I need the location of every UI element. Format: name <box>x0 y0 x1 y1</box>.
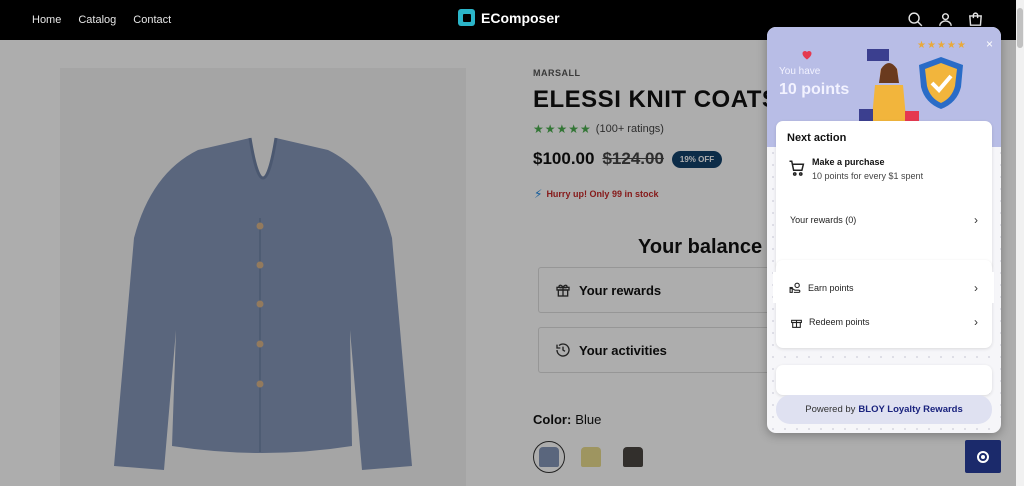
account-icon[interactable] <box>937 11 954 28</box>
redeem-points-label: Redeem points <box>809 317 870 327</box>
close-icon[interactable]: × <box>986 37 993 51</box>
powered-by-brand: BLOY Loyalty Rewards <box>858 404 963 415</box>
extra-card <box>776 365 992 395</box>
gift-icon <box>791 319 802 328</box>
you-have-label: You have <box>779 66 821 77</box>
heart-icon <box>802 51 812 60</box>
loyalty-launcher-button[interactable] <box>965 440 1001 473</box>
powered-by-prefix: Powered by <box>805 404 856 415</box>
logo-mark-icon <box>458 9 475 26</box>
redeem-points-row[interactable]: Redeem points › <box>776 303 992 341</box>
earn-redeem-card: Earn points › Redeem points › <box>775 260 992 348</box>
coins-hand-icon <box>789 282 801 293</box>
launcher-icon <box>977 450 989 463</box>
site-logo[interactable]: EComposer <box>458 9 560 26</box>
nav-catalog[interactable]: Catalog <box>78 14 116 26</box>
next-action-title: Next action <box>787 132 847 144</box>
chevron-right-icon: › <box>974 213 978 227</box>
powered-by-footer[interactable]: Powered by BLOY Loyalty Rewards <box>776 395 992 424</box>
loyalty-widget: ★★★★★ × You have 10 points Next action M… <box>767 27 1001 433</box>
cart-icon[interactable] <box>967 11 984 28</box>
nav-home[interactable]: Home <box>32 14 61 26</box>
chevron-right-icon: › <box>974 315 978 329</box>
earn-points-row[interactable]: Earn points › <box>775 274 992 301</box>
your-rewards-count: Your rewards (0) <box>790 215 857 225</box>
header-icons <box>907 11 984 28</box>
hero-stars: ★★★★★ <box>917 40 967 51</box>
earn-points-label: Earn points <box>808 282 854 293</box>
make-purchase-action[interactable]: Make a purchase 10 points for every $1 s… <box>788 157 923 181</box>
shield-check-icon <box>919 57 963 109</box>
action-title: Make a purchase <box>812 157 885 167</box>
logo-text: EComposer <box>481 9 560 26</box>
chevron-right-icon: › <box>974 280 978 295</box>
page-scrollbar[interactable] <box>1016 0 1024 486</box>
nav-contact[interactable]: Contact <box>133 14 171 26</box>
search-icon[interactable] <box>907 11 924 28</box>
shopping-cart-icon <box>789 160 805 176</box>
points-balance: 10 points <box>779 81 850 98</box>
next-action-card: Next action Make a purchase 10 points fo… <box>776 121 992 270</box>
your-rewards-row[interactable]: Your rewards (0) › <box>776 201 992 239</box>
main-nav: Home Catalog Contact <box>32 0 171 40</box>
scrollbar-thumb[interactable] <box>1017 8 1023 48</box>
action-description: 10 points for every $1 spent <box>812 171 924 181</box>
